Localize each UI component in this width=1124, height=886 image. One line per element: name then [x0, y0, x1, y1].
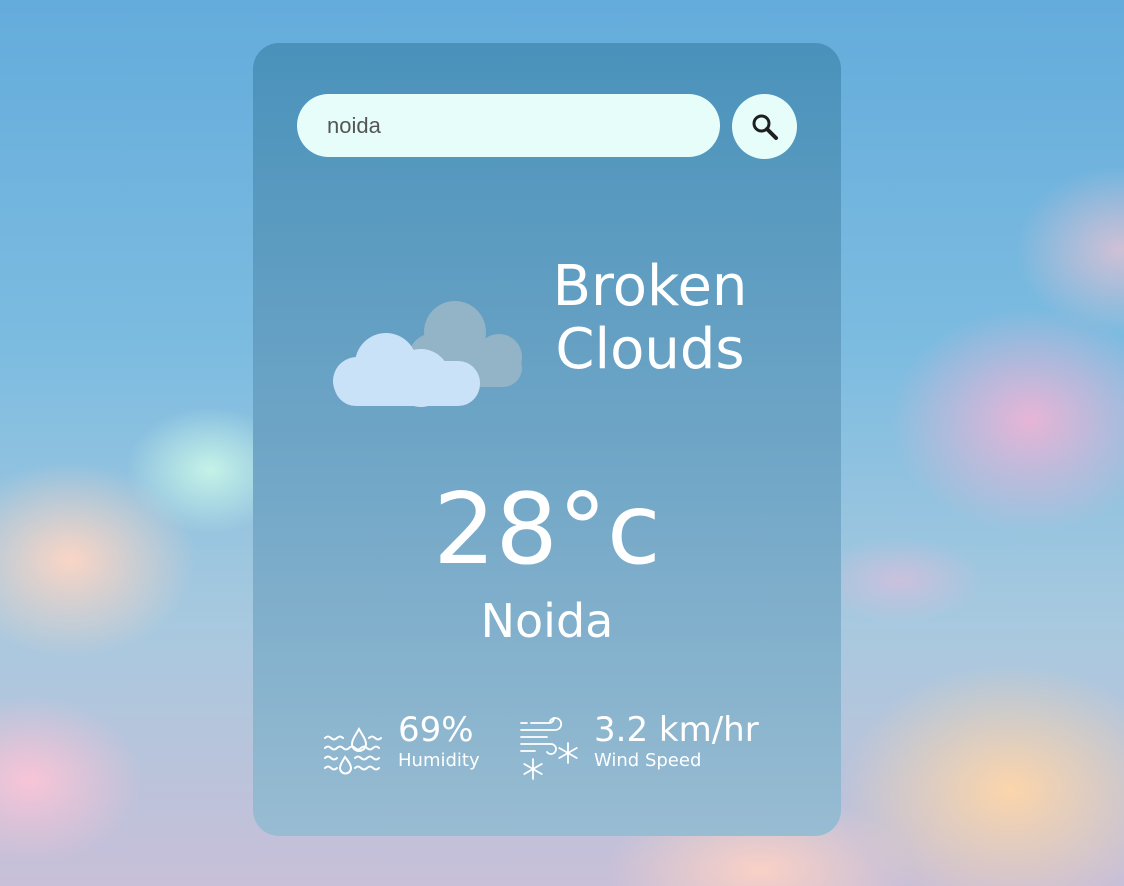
broken-clouds-icon	[333, 301, 522, 407]
search-input[interactable]	[297, 94, 720, 157]
city-name: Noida	[480, 594, 614, 648]
search-icon	[752, 114, 778, 140]
weather-card: Broken Clouds 28°c Noida 69% Humidity	[253, 43, 841, 836]
humidity-icon	[324, 726, 382, 775]
wind-speed-label: Wind Speed	[594, 750, 702, 771]
wind-icon	[520, 717, 578, 780]
humidity-value: 69%	[398, 710, 474, 750]
condition-line-1: Broken	[552, 254, 748, 319]
wind-speed-value: 3.2 km/hr	[594, 710, 759, 750]
humidity-label: Humidity	[398, 750, 480, 771]
search-button[interactable]	[732, 94, 797, 159]
weather-condition: Broken Clouds	[521, 255, 779, 381]
condition-line-2: Clouds	[555, 317, 745, 382]
temperature: 28°c	[433, 473, 661, 587]
